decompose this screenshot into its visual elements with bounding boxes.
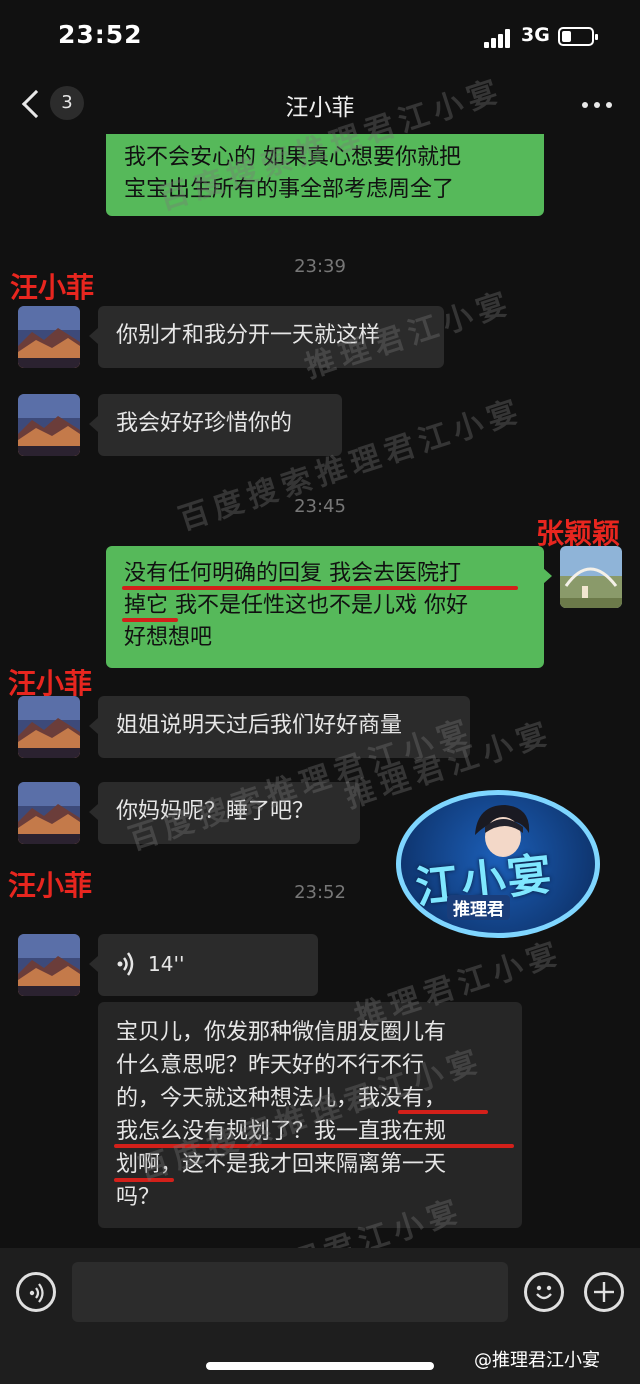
voice-input-button[interactable] (16, 1272, 56, 1312)
bubble-tail (89, 328, 98, 344)
avatar[interactable] (18, 782, 80, 844)
outgoing-message[interactable]: 没有任何明确的回复 我会去医院打 掉它 我不是任性这也不是儿戏 你好 好想想吧 (106, 546, 544, 668)
network-type: 3G (521, 24, 550, 46)
back-button[interactable]: 3 (20, 86, 90, 124)
source-credit: @推理君江小宴 (474, 1350, 600, 1371)
status-time: 23:52 (58, 20, 143, 49)
annotation-underline (122, 618, 178, 622)
avatar[interactable] (18, 394, 80, 456)
bubble-tail (543, 568, 552, 584)
avatar[interactable] (560, 546, 622, 608)
avatar[interactable] (18, 934, 80, 996)
avatar[interactable] (18, 696, 80, 758)
timestamp: 23:39 (294, 256, 346, 277)
bubble-tail (89, 718, 98, 734)
chevron-left-icon (21, 89, 51, 119)
bubble-tail (89, 804, 98, 820)
plus-button[interactable] (584, 1272, 624, 1312)
voice-duration: 14'' (148, 952, 185, 976)
more-options-icon[interactable] (578, 100, 618, 110)
avatar[interactable] (18, 306, 80, 368)
voice-wave-icon (116, 950, 136, 988)
battery-icon (558, 27, 598, 46)
bubble-tail (89, 956, 98, 972)
message-line: 好想想吧 (124, 625, 213, 650)
signal-icon (484, 28, 514, 48)
sender-annotation: 汪小菲 (10, 271, 95, 304)
annotation-underline (122, 586, 518, 590)
voice-message[interactable]: 14'' (98, 934, 318, 996)
message-input[interactable] (72, 1262, 508, 1322)
unread-badge: 3 (50, 86, 84, 120)
bubble-tail (89, 416, 98, 432)
emoji-button[interactable] (524, 1272, 564, 1312)
status-bar: 23:52 3G (0, 0, 640, 72)
home-indicator[interactable] (206, 1362, 434, 1370)
brand-logo: 江小宴 推理君 (396, 790, 600, 938)
incoming-message[interactable]: 我会好好珍惜你的 (98, 394, 342, 456)
message-line: 掉它 我不是任性这也不是儿戏 你好 (124, 593, 468, 618)
logo-subtext: 推理君 (447, 895, 510, 920)
annotation-underline (398, 1110, 488, 1114)
